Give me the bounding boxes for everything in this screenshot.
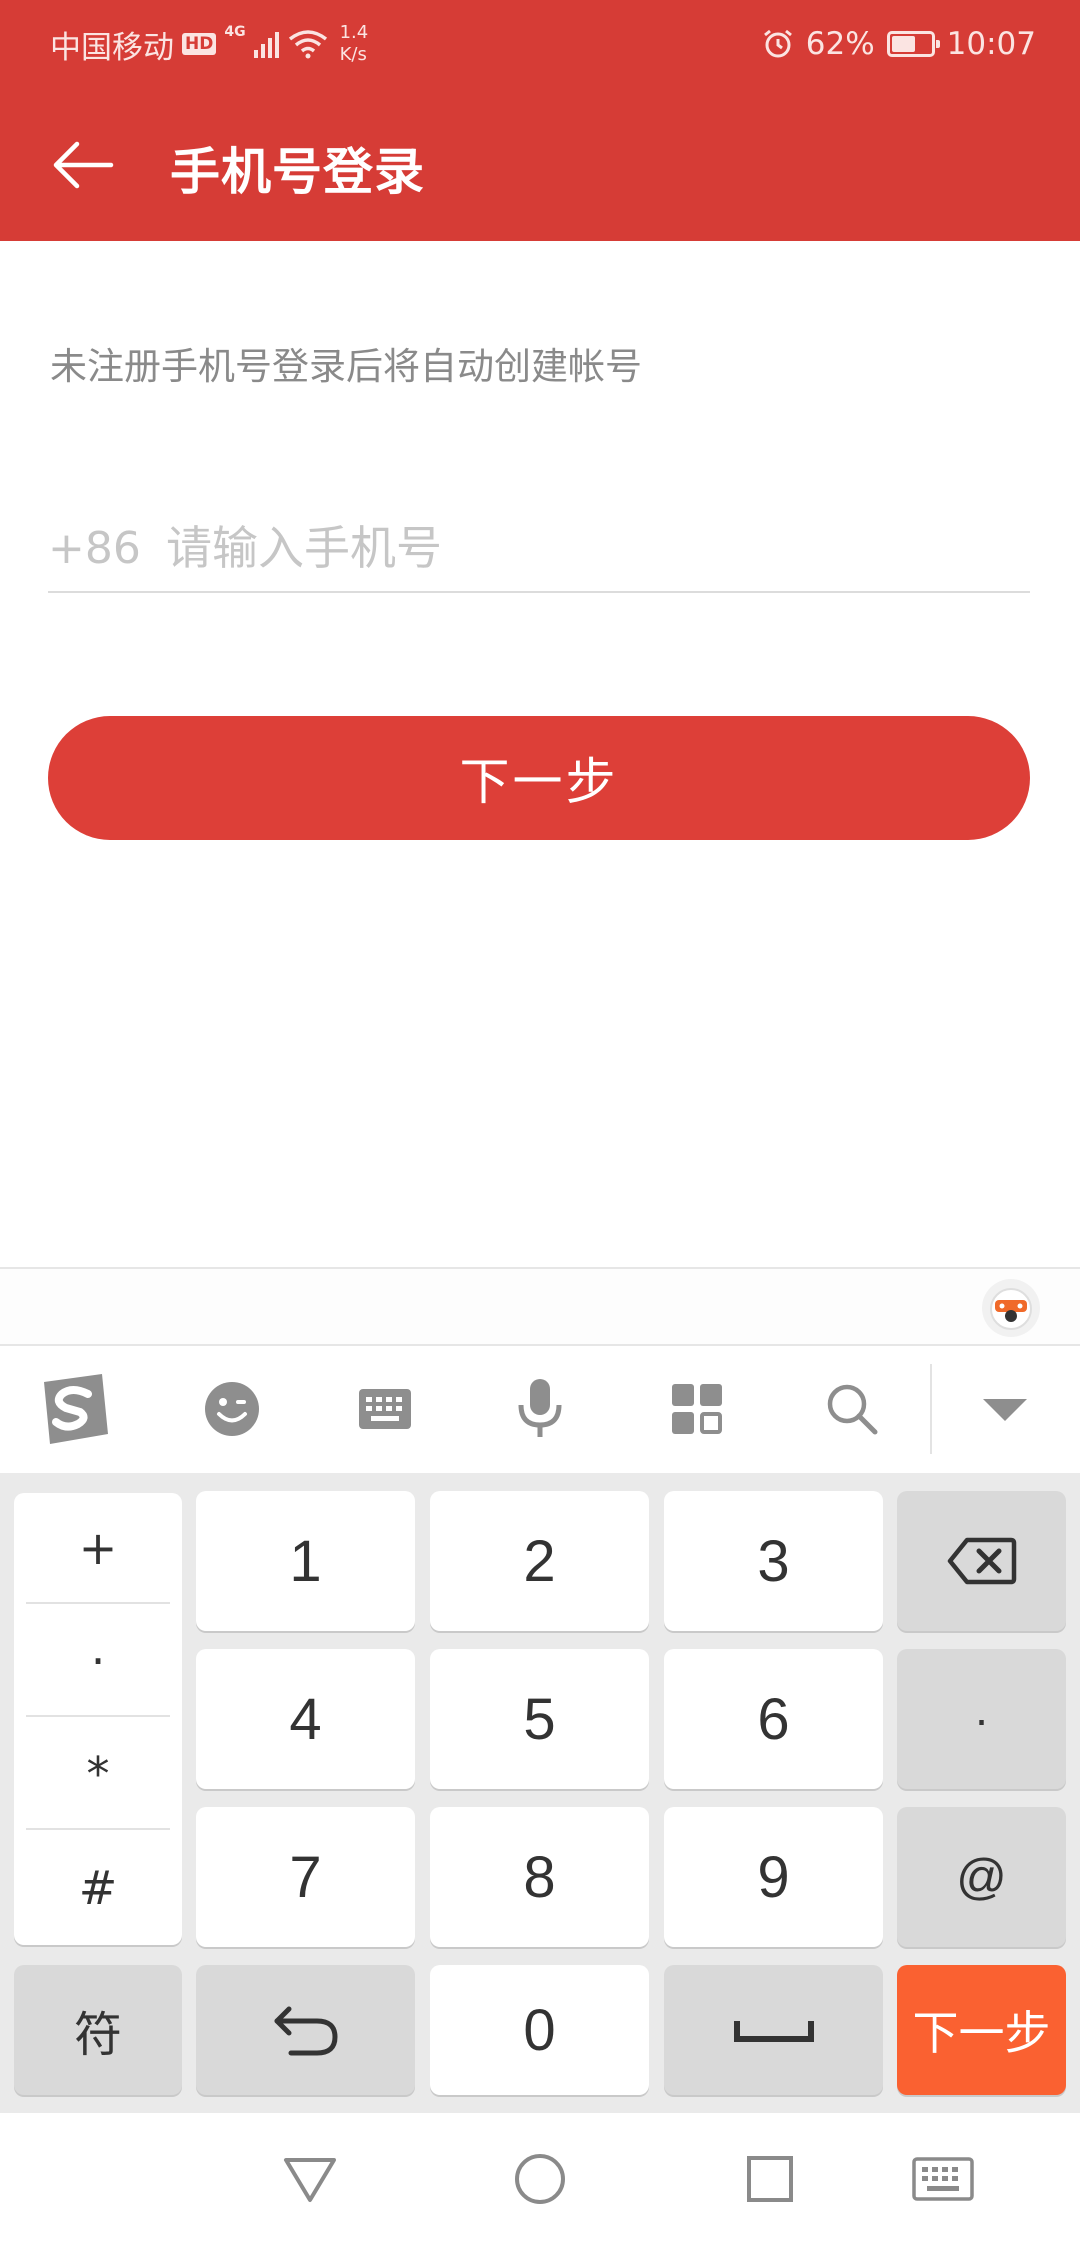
return-key[interactable] <box>196 1965 415 2095</box>
microphone-icon[interactable] <box>495 1364 585 1454</box>
mascot-icon[interactable] <box>982 1279 1040 1337</box>
status-right: 62% 10:07 <box>762 22 1036 66</box>
at-key[interactable]: @ <box>897 1807 1066 1947</box>
keyboard-icon[interactable] <box>340 1364 430 1454</box>
symbols-key[interactable]: 符 <box>14 1965 182 2095</box>
recents-square-icon[interactable] <box>730 2141 810 2217</box>
digit-key-9[interactable]: 9 <box>664 1807 883 1947</box>
dot-key[interactable]: · <box>897 1649 1066 1789</box>
network-speed: 1.4 K/s <box>340 22 369 66</box>
status-bar: 中国移动 HD 4G 1.4 K/s 62% 10:07 <box>0 0 1080 86</box>
digit-key-7[interactable]: 7 <box>196 1807 415 1947</box>
phone-number-input[interactable] <box>166 521 1006 575</box>
phone-input-row: +86 <box>48 505 1030 593</box>
symbol-column: + · * # <box>14 1493 182 1945</box>
battery-percent: 62% <box>805 26 875 62</box>
backspace-key[interactable] <box>897 1491 1066 1631</box>
next-step-button[interactable]: 下一步 <box>48 716 1030 840</box>
network-type: 4G <box>224 24 246 40</box>
digit-key-1[interactable]: 1 <box>196 1491 415 1631</box>
arrow-left-icon <box>53 141 114 189</box>
emoji-icon[interactable] <box>187 1364 277 1454</box>
keyboard-candidate-strip <box>0 1267 1080 1346</box>
signal-icon <box>253 32 279 58</box>
digit-key-5[interactable]: 5 <box>430 1649 649 1789</box>
clock: 10:07 <box>946 26 1036 62</box>
digit-key-3[interactable]: 3 <box>664 1491 883 1631</box>
keyboard-toolbar <box>0 1346 1080 1473</box>
back-button[interactable] <box>38 120 128 210</box>
keyboard-hide-icon[interactable] <box>903 2141 983 2217</box>
back-triangle-icon[interactable] <box>270 2141 350 2217</box>
keyboard-next-step-key[interactable]: 下一步 <box>897 1965 1066 2095</box>
toolbar-divider <box>930 1364 932 1454</box>
numeric-keypad: + · * # 1 2 3 4 5 6 · 7 8 9 @ 符 0 下一步 <box>0 1473 1080 2113</box>
sogou-logo-icon[interactable] <box>30 1364 120 1454</box>
speed-unit: K/s <box>339 44 367 65</box>
page-title: 手机号登录 <box>170 143 425 201</box>
symbol-key-hash[interactable]: # <box>26 1832 170 1943</box>
country-code[interactable]: +86 <box>48 523 166 574</box>
apps-grid-icon[interactable] <box>652 1364 742 1454</box>
space-key[interactable] <box>664 1965 883 2095</box>
carrier-name: 中国移动 <box>50 29 174 66</box>
digit-key-0[interactable]: 0 <box>430 1965 649 2095</box>
battery-fill <box>891 36 916 52</box>
status-left: 中国移动 HD 4G 1.4 K/s <box>50 22 368 66</box>
wifi-icon <box>288 30 327 59</box>
system-nav-bar <box>0 2113 1080 2244</box>
digit-key-8[interactable]: 8 <box>430 1807 649 1947</box>
home-circle-icon[interactable] <box>500 2141 580 2217</box>
app-header: 中国移动 HD 4G 1.4 K/s 62% 10:07 手机号登录 <box>0 0 1080 241</box>
collapse-icon[interactable] <box>960 1364 1050 1454</box>
digit-key-6[interactable]: 6 <box>664 1649 883 1789</box>
registration-hint: 未注册手机号登录后将自动创建帐号 <box>50 345 642 388</box>
digit-key-4[interactable]: 4 <box>196 1649 415 1789</box>
alarm-icon <box>763 29 792 58</box>
backspace-icon <box>947 1537 1016 1585</box>
space-icon <box>733 2021 814 2042</box>
symbol-key-dot[interactable]: · <box>26 1606 170 1717</box>
hd-badge: HD <box>182 33 217 55</box>
speed-value: 1.4 <box>339 22 369 43</box>
return-arrow-icon <box>274 2006 338 2056</box>
digit-key-2[interactable]: 2 <box>430 1491 649 1631</box>
battery-icon <box>886 31 940 57</box>
symbol-key-asterisk[interactable]: * <box>26 1719 170 1830</box>
search-icon[interactable] <box>807 1364 897 1454</box>
symbol-key-plus[interactable]: + <box>26 1493 170 1604</box>
